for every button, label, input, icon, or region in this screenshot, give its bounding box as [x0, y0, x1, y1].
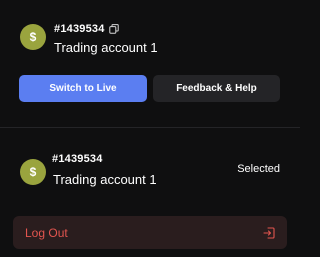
logout-label: Log Out — [25, 226, 68, 240]
account-avatar: $ — [20, 24, 46, 50]
account-menu-panel: $ #1439534 Trading account 1 Switch to L… — [0, 0, 300, 257]
account-list-name: Trading account 1 — [53, 172, 157, 187]
account-name: Trading account 1 — [54, 40, 158, 55]
selected-status: Selected — [237, 163, 280, 175]
feedback-help-label: Feedback & Help — [176, 83, 257, 94]
dollar-icon: $ — [29, 30, 37, 44]
section-divider — [0, 127, 300, 128]
current-account-header: $ #1439534 Trading account 1 — [20, 20, 280, 60]
feedback-help-button[interactable]: Feedback & Help — [153, 75, 280, 102]
account-list-id: #1439534 — [52, 153, 103, 165]
switch-to-live-label: Switch to Live — [49, 83, 117, 94]
logout-icon — [263, 227, 275, 239]
switch-to-live-button[interactable]: Switch to Live — [19, 75, 147, 102]
dollar-icon: $ — [29, 165, 37, 179]
account-list-avatar: $ — [20, 159, 46, 185]
account-id: #1439534 — [54, 23, 105, 35]
logout-button[interactable]: Log Out — [13, 216, 287, 249]
account-list-item[interactable]: $ #1439534 Trading account 1 Selected — [20, 150, 282, 190]
copy-icon[interactable] — [109, 24, 119, 34]
